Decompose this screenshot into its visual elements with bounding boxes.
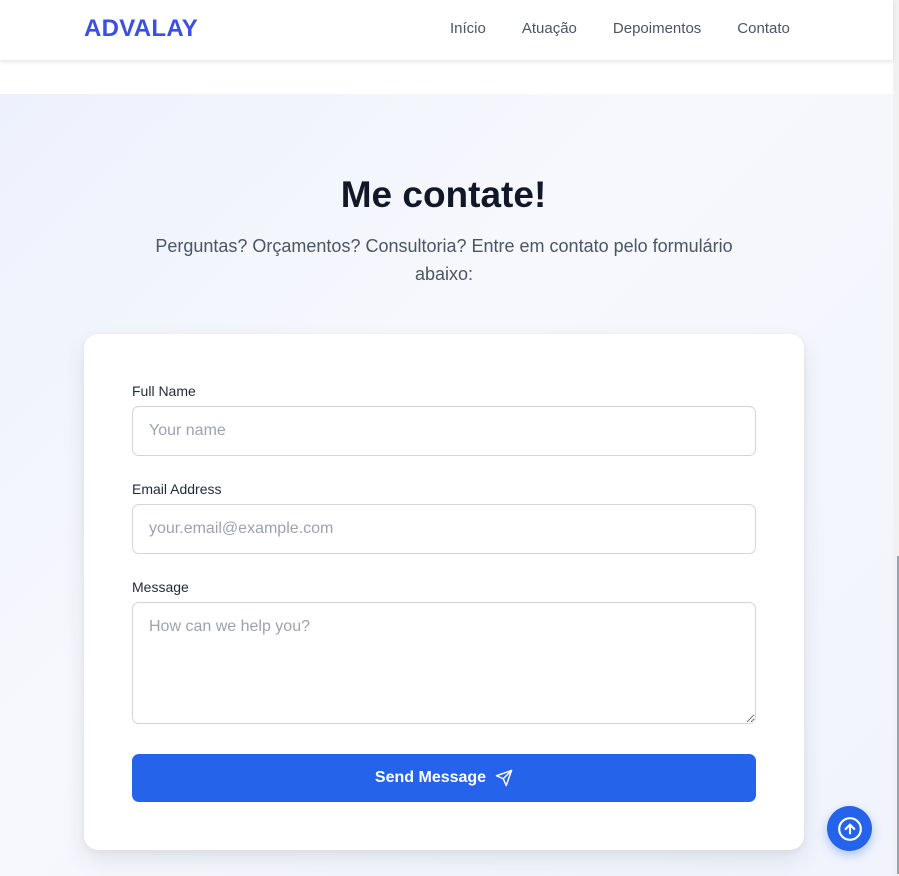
- contact-subtitle: Perguntas? Orçamentos? Consultoria? Entr…: [155, 236, 733, 284]
- navbar: ADVALAY Início Atuação Depoimentos Conta…: [0, 0, 893, 60]
- brand-logo[interactable]: ADVALAY: [84, 15, 198, 43]
- nav-link-contato[interactable]: Contato: [737, 20, 790, 37]
- send-message-button[interactable]: Send Message: [132, 754, 756, 802]
- page-scrollbar[interactable]: [893, 0, 899, 876]
- send-message-label: Send Message: [374, 769, 487, 786]
- nav-menu: Início Atuação Depoimentos Contato: [450, 20, 826, 37]
- send-icon: [495, 769, 513, 787]
- nav-link-inicio[interactable]: Início: [450, 20, 486, 37]
- contact-form: Full Name Email Address Message Send Mes…: [84, 334, 804, 850]
- message-label: Message: [132, 579, 189, 595]
- email-input[interactable]: [132, 504, 756, 554]
- full-name-input[interactable]: [132, 406, 756, 456]
- scroll-to-top-button[interactable]: [827, 806, 872, 851]
- contact-title: Me contate!: [340, 174, 547, 215]
- full-name-label: Full Name: [132, 383, 196, 399]
- nav-link-depoimentos[interactable]: Depoimentos: [613, 20, 701, 37]
- email-label: Email Address: [132, 481, 222, 497]
- nav-link-atuacao[interactable]: Atuação: [522, 20, 577, 37]
- arrow-up-circle-icon: [837, 816, 862, 841]
- message-textarea[interactable]: [132, 602, 756, 724]
